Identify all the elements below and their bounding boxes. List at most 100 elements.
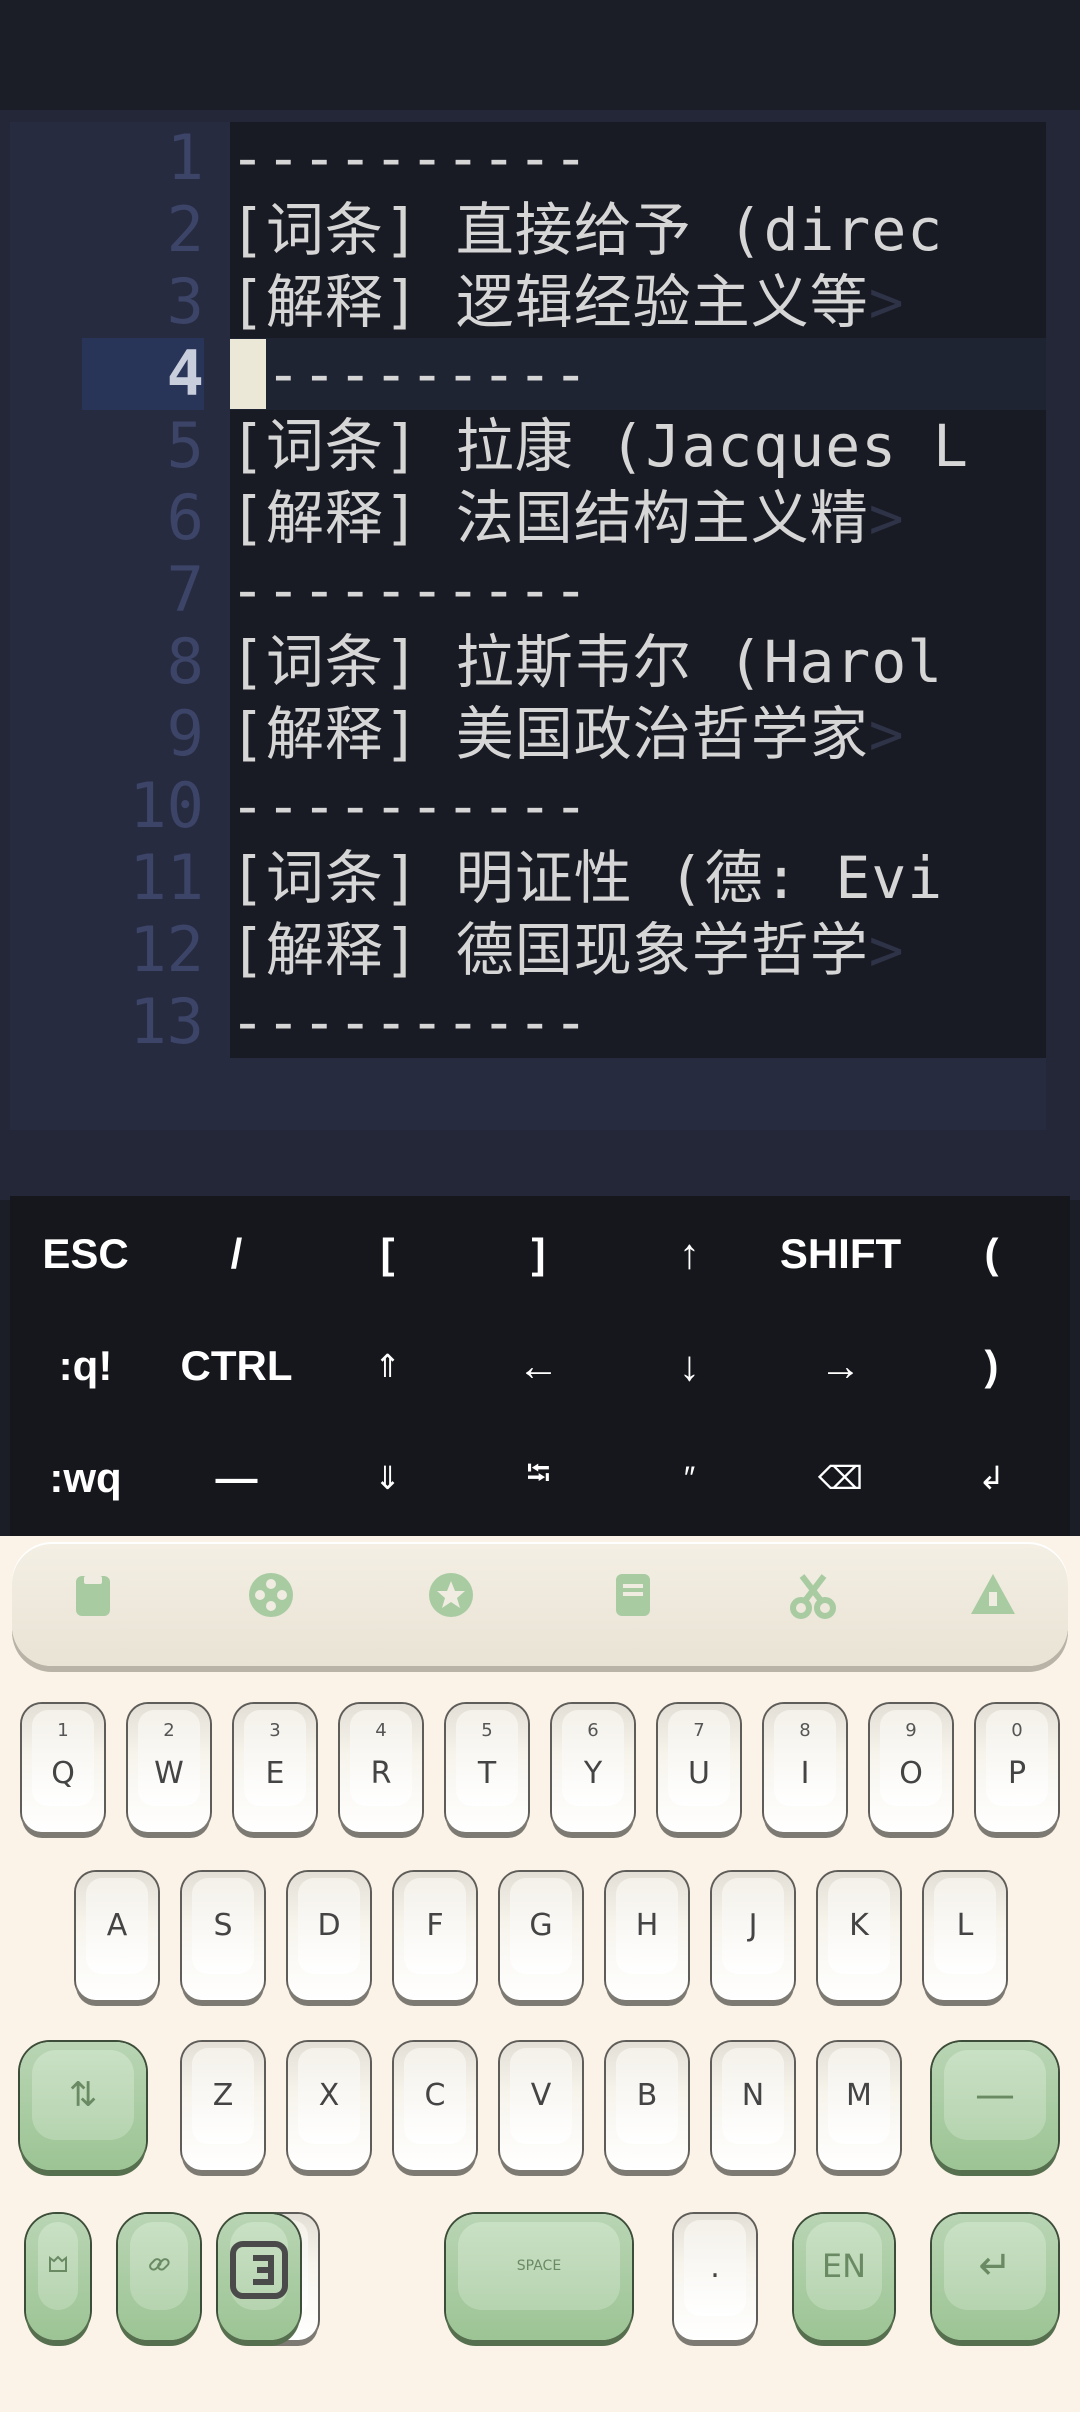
key-label: C: [424, 2078, 446, 2113]
code-line[interactable]: [词条] 直接给予 (direc: [230, 194, 943, 266]
extra-key[interactable]: ): [916, 1310, 1067, 1422]
key-o[interactable]: 9O: [870, 1704, 952, 1832]
scissors-icon[interactable]: [788, 1570, 838, 1620]
link-key[interactable]: [118, 2214, 200, 2340]
extra-key[interactable]: /: [161, 1198, 312, 1310]
key-h[interactable]: H: [606, 1872, 688, 2000]
star-icon[interactable]: [426, 1570, 476, 1620]
line-number: 12: [129, 913, 204, 986]
status-bar: [0, 0, 1080, 110]
key-number-hint: 0: [1011, 1720, 1023, 1741]
shift-key[interactable]: ⇅: [20, 2042, 146, 2170]
key-t[interactable]: 5T: [446, 1704, 528, 1832]
extra-key[interactable]: ESC: [10, 1198, 161, 1310]
extra-key[interactable]: →: [765, 1310, 916, 1422]
code-line[interactable]: ----------: [230, 554, 589, 626]
enter-key[interactable]: ↵: [932, 2214, 1058, 2340]
extra-key[interactable]: ↓: [614, 1310, 765, 1422]
code-line[interactable]: ----------: [230, 122, 589, 194]
extra-key[interactable]: ⇑: [312, 1310, 463, 1422]
extra-key[interactable]: ⌫: [765, 1422, 916, 1534]
key-c[interactable]: C: [394, 2042, 476, 2170]
line-number: 6: [166, 481, 204, 554]
key-p[interactable]: 0P: [976, 1704, 1058, 1832]
code-line[interactable]: ----------: [230, 986, 589, 1058]
line-number: 5: [166, 409, 204, 482]
clipboard-icon[interactable]: [68, 1570, 118, 1620]
editor-text-area[interactable]: ---------- [词条] 直接给予 (direc [解释] 逻辑经验主义等> -…: [230, 122, 1046, 1058]
key-i[interactable]: 8I: [764, 1704, 846, 1832]
extra-key[interactable]: ″: [614, 1422, 765, 1534]
key-s[interactable]: S: [182, 1872, 264, 2000]
keyboard-toolbar: [12, 1542, 1068, 1666]
extra-key[interactable]: ←: [463, 1310, 614, 1422]
triangle-icon[interactable]: [968, 1570, 1018, 1620]
key-n[interactable]: N: [712, 2042, 794, 2170]
code-line-text: ----------: [230, 988, 590, 1056]
key-number-hint: 8: [799, 1720, 811, 1741]
extra-key[interactable]: ]: [463, 1198, 614, 1310]
key-d[interactable]: D: [288, 1872, 370, 2000]
key-v[interactable]: V: [500, 2042, 582, 2170]
key-q[interactable]: 1Q: [22, 1704, 104, 1832]
key-w[interactable]: 2W: [128, 1704, 210, 1832]
key-number-hint: 9: [905, 1720, 917, 1741]
extra-key[interactable]: :wq: [10, 1422, 161, 1534]
key-g[interactable]: G: [500, 1872, 582, 2000]
extra-key[interactable]: ⭾: [463, 1422, 614, 1534]
key-z[interactable]: Z: [182, 2042, 264, 2170]
key-x[interactable]: X: [288, 2042, 370, 2170]
key-f[interactable]: F: [394, 1872, 476, 2000]
code-line[interactable]: [解释] 逻辑经验主义等>: [230, 266, 905, 338]
key-label: U: [688, 1756, 710, 1791]
key-label: X: [318, 2078, 340, 2113]
extra-key[interactable]: —: [161, 1422, 312, 1534]
cursor-box-icon: [227, 2238, 291, 2306]
note-icon[interactable]: [608, 1570, 658, 1620]
extra-key[interactable]: ⇓: [312, 1422, 463, 1534]
code-line[interactable]: [解释] 法国结构主义精>: [230, 482, 905, 554]
extra-key[interactable]: ↲: [916, 1422, 1067, 1534]
language-key[interactable]: EN: [794, 2214, 894, 2340]
key-a[interactable]: A: [76, 1872, 158, 2000]
extra-key[interactable]: ↑: [614, 1198, 765, 1310]
code-line[interactable]: ----------: [230, 770, 589, 842]
text-editor[interactable]: ---------- [词条] 直接给予 (direc [解释] 逻辑经验主义等> -…: [10, 122, 1046, 1130]
extra-key[interactable]: :q!: [10, 1310, 161, 1422]
gamepad-icon[interactable]: [246, 1570, 296, 1620]
key-label: ⇅: [68, 2075, 98, 2115]
key-y[interactable]: 6Y: [552, 1704, 634, 1832]
key-r[interactable]: 4R: [340, 1704, 422, 1832]
key-label: M: [846, 2078, 872, 2113]
key-number-hint: 3: [269, 1720, 281, 1741]
key-e[interactable]: 3E: [234, 1704, 316, 1832]
editor-container: ---------- [词条] 直接给予 (direc [解释] 逻辑经验主义等> -…: [0, 110, 1080, 1200]
code-line[interactable]: [词条] 明证性 (德: Evi: [230, 842, 943, 914]
extra-key[interactable]: (: [916, 1198, 1067, 1310]
code-line-text: [词条] 拉斯韦尔 (Harol: [230, 628, 944, 696]
key-j[interactable]: J: [712, 1872, 794, 2000]
extra-key[interactable]: SHIFT: [765, 1198, 916, 1310]
key-b[interactable]: B: [606, 2042, 688, 2170]
key-label: I: [800, 1756, 810, 1791]
key-period[interactable]: .: [674, 2214, 756, 2340]
space-key[interactable]: SPACE: [446, 2214, 632, 2340]
extra-key[interactable]: [: [312, 1198, 463, 1310]
cursor-control-key[interactable]: [218, 2214, 300, 2340]
key-k[interactable]: K: [818, 1872, 900, 2000]
key-m[interactable]: M: [818, 2042, 900, 2170]
line-number: 13: [129, 985, 204, 1058]
key-l[interactable]: L: [924, 1872, 1006, 2000]
code-line[interactable]: [词条] 拉斯韦尔 (Harol: [230, 626, 943, 698]
key-label: ↵: [978, 2243, 1012, 2289]
code-line[interactable]: [解释] 德国现象学哲学>: [230, 914, 905, 986]
key-label: SPACE: [516, 2258, 562, 2274]
key-u[interactable]: 7U: [658, 1704, 740, 1832]
extra-key[interactable]: CTRL: [161, 1310, 312, 1422]
backspace-key[interactable]: —: [932, 2042, 1058, 2170]
key-label: —: [975, 2072, 1015, 2118]
code-line[interactable]: ----------: [230, 338, 589, 410]
code-line[interactable]: [词条] 拉康 (Jacques L: [230, 410, 969, 482]
emoji-key[interactable]: [26, 2214, 90, 2340]
code-line[interactable]: [解释] 美国政治哲学家>: [230, 698, 905, 770]
